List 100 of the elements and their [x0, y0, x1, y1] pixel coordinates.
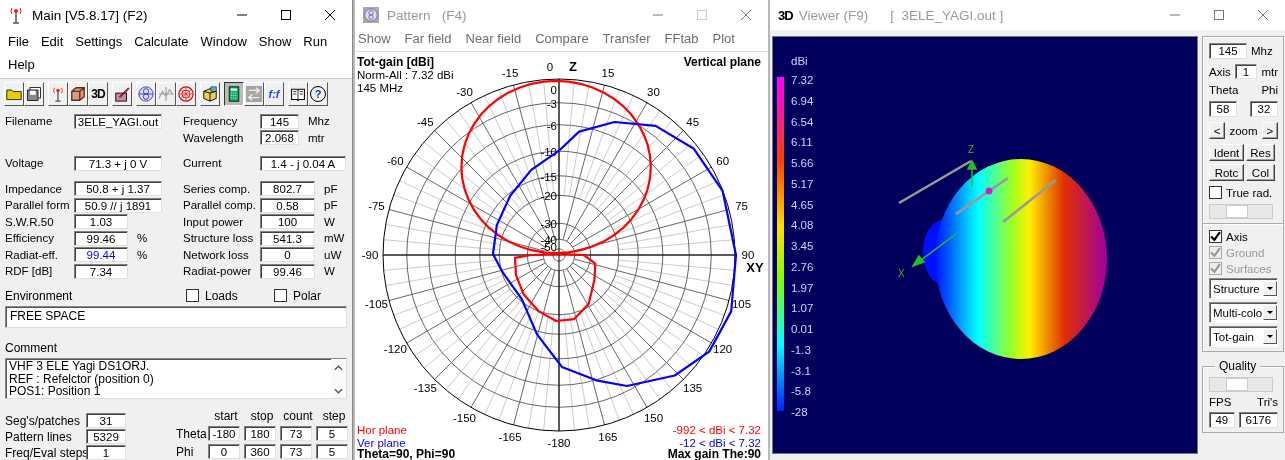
angle-label: 90: [741, 249, 755, 261]
window-title: Viewer (F9): [798, 7, 869, 23]
menu-item[interactable]: Calculate: [128, 32, 195, 51]
field-label: Structure loss: [183, 232, 255, 245]
angle-label: -30: [456, 86, 473, 99]
menu-item[interactable]: Show: [252, 32, 298, 51]
field-label: Wavelength: [183, 131, 245, 144]
unit-label: pF: [324, 182, 338, 195]
chart-title: Tot-gain [dBi]: [357, 55, 435, 69]
field-label: Parallel comp.: [183, 199, 257, 212]
field-label: RDF [dB]: [5, 265, 54, 278]
legend-value: 5.66: [791, 157, 814, 169]
checkbox[interactable]: [274, 289, 287, 302]
field-label: Pattern lines: [5, 429, 73, 444]
checkbox[interactable]: [1209, 186, 1222, 199]
close-icon: [325, 10, 335, 20]
axis-field[interactable]: 1: [1234, 64, 1258, 79]
window-title: Pattern (F4): [387, 7, 467, 23]
scrollbar[interactable]: [331, 359, 346, 398]
field-label: Filename: [5, 115, 54, 128]
scrollbar[interactable]: [1209, 204, 1273, 219]
calculator-icon: [226, 86, 242, 102]
cube-icon: [70, 86, 86, 102]
angle-label: 120: [713, 343, 733, 355]
wave-icon: [158, 86, 174, 102]
axis-label: XY: [746, 260, 764, 275]
angle-label: -165: [498, 430, 522, 443]
value-field[interactable]: 180: [244, 426, 276, 441]
group-title: Quality: [1215, 359, 1261, 373]
dropdown[interactable]: Structure: [1209, 278, 1278, 299]
value-field: 0: [260, 247, 315, 263]
caret-icon: [1263, 329, 1277, 344]
maximize-icon: [281, 10, 291, 20]
menu-item[interactable]: Window: [194, 32, 253, 51]
zoom-label: zoom: [1229, 124, 1258, 137]
value-field[interactable]: 0: [208, 444, 240, 459]
caret-icon: [1263, 281, 1277, 296]
value-field: 802.7: [260, 181, 315, 197]
value-field[interactable]: 5: [316, 426, 348, 441]
value-field: 1.03: [74, 214, 128, 230]
dropdown[interactable]: Multi-colo: [1209, 302, 1278, 323]
close-icon: [741, 10, 751, 20]
scrollbar[interactable]: [1209, 377, 1273, 392]
theta-field[interactable]: 58: [1209, 101, 1237, 117]
toolbar-button[interactable]: [224, 82, 244, 106]
value-field: 1.4 - j 0.04 A: [260, 155, 346, 171]
value-field[interactable]: -180: [208, 426, 240, 441]
checkbox-label: Axis: [1226, 230, 1248, 243]
legend-value: 1.97: [791, 281, 814, 294]
panel-button[interactable]: Col: [1246, 164, 1275, 181]
value-field[interactable]: 73: [280, 426, 312, 441]
unit-label: Mhz: [1251, 45, 1273, 57]
zoom-out-button[interactable]: <: [1209, 122, 1226, 139]
value-field[interactable]: 73: [280, 444, 312, 459]
panel-button[interactable]: Res: [1246, 144, 1275, 161]
legend-label: Ver plane: [357, 437, 406, 449]
checkbox[interactable]: [186, 289, 199, 302]
phi-field[interactable]: 32: [1250, 101, 1278, 117]
column-header: start: [213, 409, 239, 423]
frequency-field[interactable]: 145: [1209, 43, 1247, 59]
value-field: 99.44: [74, 247, 128, 263]
environment-field[interactable]: FREE SPACE: [5, 305, 347, 328]
angle-label: -45: [417, 116, 434, 129]
value-field: 99.46: [74, 230, 128, 246]
zoom-in-button[interactable]: >: [1261, 122, 1278, 139]
arrows-icon: [246, 86, 262, 102]
menu-item[interactable]: File: [2, 32, 35, 51]
toolbar-button[interactable]: ?: [308, 82, 328, 106]
checkbox[interactable]: [1209, 230, 1222, 243]
legend-value: 6.11: [791, 136, 813, 149]
box-icon: [202, 86, 218, 102]
disks-icon: [26, 86, 42, 102]
viewport[interactable]: dBi 7.32 6.94 6.54 6.11 5.66 5.17 4.65 4.08 3.45 2.76 1.97 1.07 0.01 -1.3 -3.1 -5.8 -28 Z X: [772, 36, 1198, 454]
legend-value: 4.65: [791, 198, 814, 211]
angle-label: 135: [683, 381, 703, 394]
section-label: Comment: [4, 340, 58, 355]
toolbar-button[interactable]: 3D: [88, 82, 108, 106]
legend-value: 4.08: [791, 219, 814, 232]
ring-label: 0: [550, 84, 557, 96]
angle-label: -60: [387, 155, 404, 167]
angle-label: -180: [547, 437, 571, 449]
dropdown[interactable]: Tot-gain: [1209, 326, 1278, 347]
range-label: -992 < dBi < 7.32: [672, 424, 761, 436]
normalization-label: Norm-All : 7.32 dBi: [357, 69, 454, 81]
max-gain-label: Max gain The:90: [667, 447, 761, 460]
value-field: 7.34: [74, 263, 128, 279]
panel-button[interactable]: Ident: [1209, 144, 1244, 161]
menu-item[interactable]: Edit: [34, 32, 70, 51]
panel-button[interactable]: Rotc: [1209, 164, 1244, 181]
value-field[interactable]: 360: [244, 444, 276, 459]
value-field[interactable]: 5: [316, 444, 348, 459]
menu-item[interactable]: Help: [2, 55, 41, 74]
field-label: Axis: [1209, 65, 1231, 78]
menu-item[interactable]: Settings: [69, 32, 129, 51]
checkbox-label: Surfaces: [1226, 262, 1272, 275]
globe-icon: [138, 86, 154, 102]
close-icon: [1258, 10, 1268, 20]
menu-item[interactable]: Run: [297, 32, 334, 51]
toolbar-button[interactable]: f:f: [264, 82, 284, 106]
comment-field[interactable]: VHF 3 ELE Yagi DS1ORJ. REF : Refelctor (position 0) POS1: Position 1: [5, 358, 347, 399]
